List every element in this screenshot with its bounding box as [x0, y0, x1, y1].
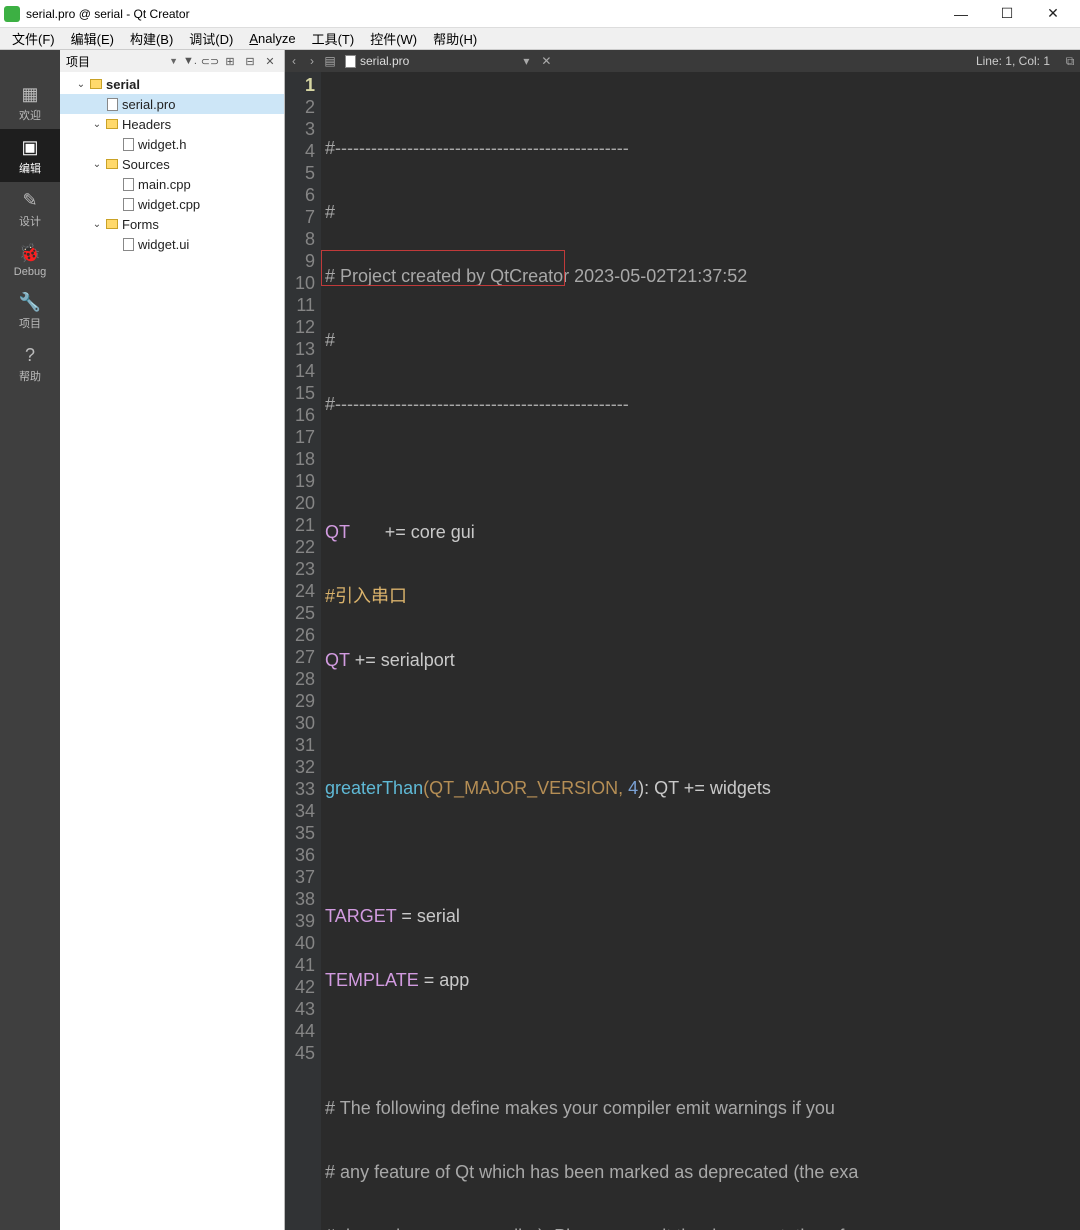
close-button[interactable]: ✕	[1030, 0, 1076, 28]
menu-debug[interactable]: 调试(D)	[181, 27, 241, 50]
bookmark-icon[interactable]: ▤	[321, 54, 339, 68]
nav-fwd-icon[interactable]: ›	[303, 54, 321, 68]
tree-folder-headers[interactable]: ⌄Headers	[60, 114, 284, 134]
menu-edit[interactable]: 编辑(E)	[63, 27, 122, 50]
mode-selector: ▦欢迎 ▣编辑 ✎设计 🐞Debug 🔧项目 ?帮助	[0, 72, 60, 1230]
menu-tools[interactable]: 工具(T)	[304, 27, 363, 50]
code-area[interactable]: #---------------------------------------…	[321, 72, 1080, 1230]
maximize-button[interactable]: ☐	[984, 0, 1030, 28]
open-file-name: serial.pro	[360, 54, 409, 68]
menu-widgets[interactable]: 控件(W)	[362, 27, 425, 50]
link-icon[interactable]: ⊂⊃	[202, 53, 218, 69]
edit-square-icon: ▣	[0, 137, 60, 158]
mode-edit[interactable]: ▣编辑	[0, 129, 60, 182]
add-icon[interactable]: ⊞	[222, 53, 238, 69]
mode-debug[interactable]: 🐞Debug	[0, 235, 60, 284]
tree-file-main-cpp[interactable]: main.cpp	[60, 174, 284, 194]
minimize-button[interactable]: —	[938, 0, 984, 28]
close-panel-icon[interactable]: ✕	[262, 53, 278, 69]
open-file-tab[interactable]: serial.pro ▾	[339, 50, 535, 72]
highlight-box	[321, 250, 565, 286]
mode-design[interactable]: ✎设计	[0, 182, 60, 235]
split-icon[interactable]: ⊟	[242, 53, 258, 69]
cursor-position: Line: 1, Col: 1	[966, 54, 1060, 68]
wrench-icon: 🔧	[0, 292, 60, 313]
window-title: serial.pro @ serial - Qt Creator	[26, 7, 938, 21]
tree-folder-forms[interactable]: ⌄Forms	[60, 214, 284, 234]
menu-help[interactable]: 帮助(H)	[425, 27, 485, 50]
help-icon: ?	[0, 345, 60, 366]
editor-toolbar: ‹ › ▤ serial.pro ▾ ✕ Line: 1, Col: 1 ⧉	[285, 50, 1080, 72]
tree-file-widget-h[interactable]: widget.h	[60, 134, 284, 154]
menu-bar: 文件(F) 编辑(E) 构建(B) 调试(D) Analyze 工具(T) 控件…	[0, 28, 1080, 50]
nav-back-icon[interactable]: ‹	[285, 54, 303, 68]
mode-welcome[interactable]: ▦欢迎	[0, 76, 60, 129]
window-titlebar: serial.pro @ serial - Qt Creator — ☐ ✕	[0, 0, 1080, 28]
code-editor[interactable]: 1234567891011121314151617181920212223242…	[285, 72, 1080, 1230]
mode-project[interactable]: 🔧项目	[0, 284, 60, 337]
file-icon	[345, 55, 356, 68]
tree-file-pro[interactable]: serial.pro	[60, 94, 284, 114]
menu-file[interactable]: 文件(F)	[4, 27, 63, 50]
menu-analyze[interactable]: Analyze	[241, 29, 303, 48]
menu-build[interactable]: 构建(B)	[122, 27, 181, 50]
split-editor-icon[interactable]: ⧉	[1060, 54, 1080, 69]
tree-file-widget-cpp[interactable]: widget.cpp	[60, 194, 284, 214]
filter-icon[interactable]: ▼.	[182, 53, 198, 69]
app-icon	[4, 6, 20, 22]
tree-root[interactable]: ⌄serial	[60, 74, 284, 94]
grid-icon: ▦	[0, 84, 60, 105]
mode-help[interactable]: ?帮助	[0, 337, 60, 390]
bug-icon: 🐞	[0, 243, 60, 264]
pencil-icon: ✎	[0, 190, 60, 211]
close-tab-icon[interactable]: ✕	[535, 54, 557, 68]
line-number-gutter: 1234567891011121314151617181920212223242…	[285, 72, 321, 1230]
file-dropdown-icon[interactable]: ▾	[523, 54, 529, 68]
project-panel-title: 项目	[66, 53, 165, 70]
project-panel-header: 项目 ▼ ▼. ⊂⊃ ⊞ ⊟ ✕	[60, 50, 285, 72]
project-tree[interactable]: ⌄serial serial.pro ⌄Headers widget.h ⌄So…	[60, 72, 285, 1230]
tree-file-widget-ui[interactable]: widget.ui	[60, 234, 284, 254]
navigation-bar: 项目 ▼ ▼. ⊂⊃ ⊞ ⊟ ✕ ‹ › ▤ serial.pro ▾ ✕ Li…	[0, 50, 1080, 72]
tree-folder-sources[interactable]: ⌄Sources	[60, 154, 284, 174]
